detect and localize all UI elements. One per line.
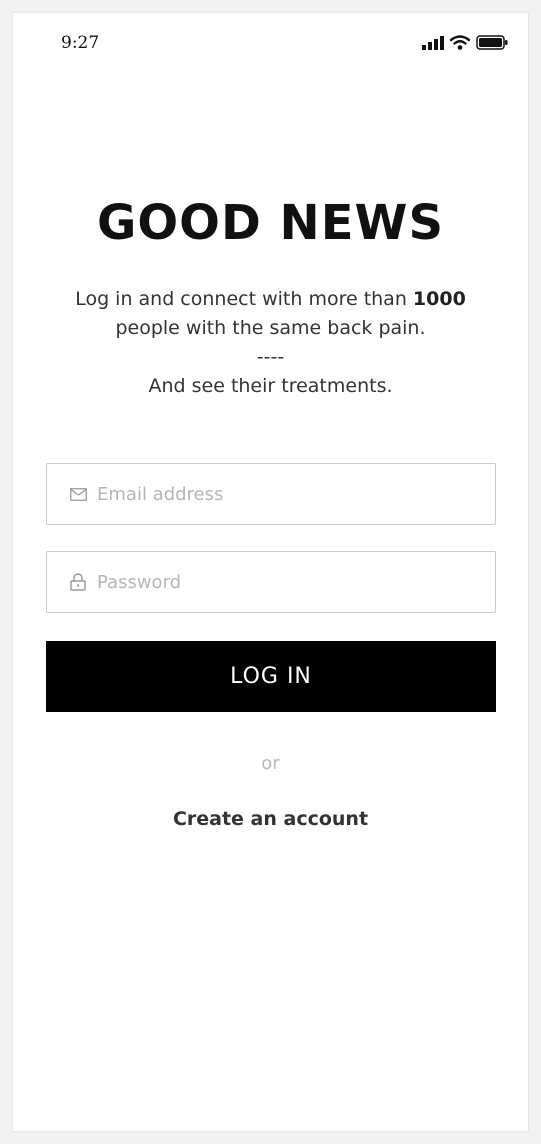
status-time: 9:27 — [61, 33, 100, 53]
tagline-count: 1000 — [412, 288, 466, 310]
tagline-prefix: Log in and connect with more than — [75, 288, 413, 310]
status-bar: 9:27 — [13, 13, 528, 73]
phone-screen: 9:27 GOOD NEWS Log in and connect with m… — [12, 12, 529, 1132]
mail-icon — [69, 485, 87, 503]
or-divider: or — [261, 753, 280, 774]
email-field[interactable] — [46, 463, 496, 525]
login-button[interactable]: LOG IN — [46, 641, 496, 712]
tagline-line-2: people with the same back pain. — [115, 317, 426, 339]
tagline-separator: ---- — [256, 346, 285, 368]
wifi-icon — [450, 35, 470, 50]
tagline-line-1: Log in and connect with more than 1000 — [33, 285, 508, 314]
lock-icon — [69, 573, 87, 591]
status-icons — [422, 35, 508, 50]
create-account-link[interactable]: Create an account — [13, 808, 528, 830]
signal-icon — [422, 35, 444, 50]
battery-icon — [476, 35, 508, 50]
password-input[interactable] — [97, 571, 457, 593]
headline: GOOD NEWS — [96, 195, 445, 251]
password-field[interactable] — [46, 551, 496, 613]
email-input[interactable] — [97, 483, 457, 505]
tagline-line-3: And see their treatments. — [148, 375, 393, 397]
tagline: Log in and connect with more than 1000 p… — [33, 285, 508, 401]
